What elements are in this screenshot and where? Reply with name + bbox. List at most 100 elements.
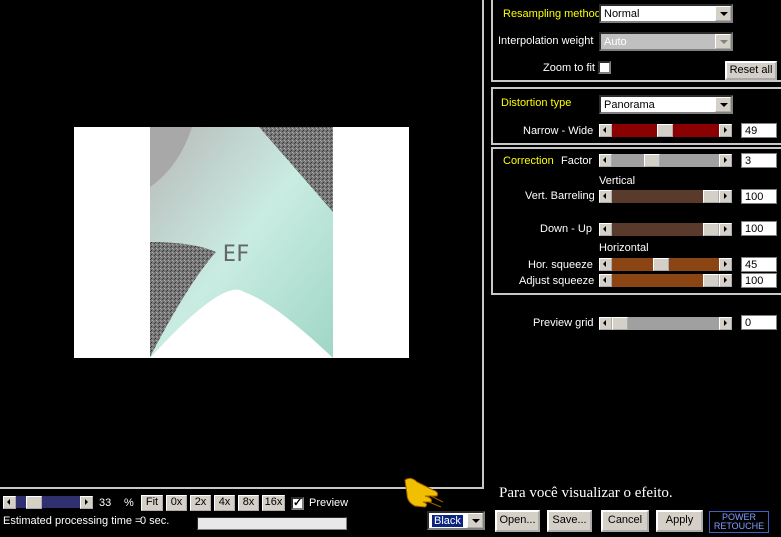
distortion-type-select[interactable]: Panorama xyxy=(599,95,733,114)
zoom-2x-button[interactable]: 2x xyxy=(190,495,211,511)
chevron-down-icon[interactable] xyxy=(715,34,731,49)
interpolation-select[interactable]: Auto xyxy=(599,32,733,51)
apply-button[interactable]: Apply xyxy=(656,510,703,532)
hor-squeeze-value[interactable]: 45 xyxy=(741,257,777,272)
preview-pane: EF xyxy=(0,0,484,489)
arrow-right-icon[interactable] xyxy=(719,274,732,287)
hor-squeeze-label: Hor. squeeze xyxy=(528,259,593,271)
zoom-8x-button[interactable]: 8x xyxy=(238,495,259,511)
preview-image: EF xyxy=(74,127,409,358)
arrow-right-icon[interactable] xyxy=(719,190,732,203)
slider-thumb[interactable] xyxy=(703,223,719,236)
arrow-right-icon[interactable] xyxy=(719,154,732,167)
arrow-left-icon[interactable] xyxy=(599,124,612,137)
hor-squeeze-slider[interactable] xyxy=(599,258,732,271)
slider-thumb[interactable] xyxy=(703,274,719,287)
logo-line2: RETOUCHE xyxy=(713,521,765,531)
slider-thumb[interactable] xyxy=(612,317,628,330)
arrow-left-icon[interactable] xyxy=(599,317,612,330)
zoom-0x-button[interactable]: 0x xyxy=(166,495,187,511)
correction-panel xyxy=(491,147,781,295)
distortion-type-label: Distortion type xyxy=(501,97,572,109)
resampling-select[interactable]: Normal xyxy=(599,4,733,23)
arrow-left-icon[interactable] xyxy=(599,190,612,203)
arrow-right-icon[interactable] xyxy=(719,317,732,330)
factor-label: Factor xyxy=(561,155,593,167)
vert-barreling-slider[interactable] xyxy=(599,190,732,203)
chevron-down-icon[interactable] xyxy=(467,513,483,528)
slider-track[interactable] xyxy=(612,154,719,167)
slider-track[interactable] xyxy=(612,124,719,137)
pointing-hand-icon xyxy=(404,477,444,508)
slider-thumb[interactable] xyxy=(703,190,719,203)
chevron-down-icon[interactable] xyxy=(715,6,731,21)
slider-track[interactable] xyxy=(612,317,719,330)
interpolation-value: Auto xyxy=(604,36,627,48)
vertical-heading: Vertical xyxy=(599,175,636,187)
arrow-right-icon[interactable] xyxy=(719,124,732,137)
zoom-to-fit-checkbox[interactable] xyxy=(598,61,611,74)
chevron-down-icon[interactable] xyxy=(715,97,731,112)
preview-label: Preview xyxy=(309,497,349,509)
down-up-slider[interactable] xyxy=(599,223,732,236)
vert-barreling-label: Vert. Barreling xyxy=(525,190,595,202)
effect-caption: Para você visualizar o efeito. xyxy=(499,485,673,501)
slider-thumb[interactable] xyxy=(657,124,673,137)
save-button[interactable]: Save... xyxy=(547,510,592,532)
down-up-value[interactable]: 100 xyxy=(741,221,777,236)
correction-title: Correction xyxy=(503,155,554,167)
adjust-squeeze-label: Adjust squeeze xyxy=(519,275,595,287)
arrow-left-icon[interactable] xyxy=(599,223,612,236)
processing-progress-bar xyxy=(197,517,347,530)
arrow-right-icon[interactable] xyxy=(719,223,732,236)
background-select[interactable]: Black xyxy=(427,511,485,530)
zoom-4x-button[interactable]: 4x xyxy=(214,495,235,511)
background-value: Black xyxy=(432,515,463,527)
resampling-value: Normal xyxy=(604,8,640,20)
arrow-left-icon[interactable] xyxy=(599,258,612,271)
narrow-wide-value[interactable]: 49 xyxy=(741,123,777,138)
slider-track[interactable] xyxy=(612,274,719,287)
arrow-right-icon[interactable] xyxy=(80,496,93,509)
horizontal-heading: Horizontal xyxy=(599,242,649,254)
slider-track[interactable] xyxy=(612,190,719,203)
processing-time-label: Estimated processing time = xyxy=(3,515,142,527)
arrow-left-icon[interactable] xyxy=(599,154,612,167)
preview-checkbox[interactable] xyxy=(291,496,304,510)
interpolation-label: Interpolation weight xyxy=(498,35,594,47)
arrow-left-icon[interactable] xyxy=(599,274,612,287)
slider-thumb[interactable] xyxy=(644,154,660,167)
preview-grid-value[interactable]: 0 xyxy=(741,315,777,330)
resampling-label: Resampling method xyxy=(503,8,601,20)
preview-grid-label: Preview grid xyxy=(533,317,594,329)
zoom-16x-button[interactable]: 16x xyxy=(262,495,285,511)
narrow-wide-label: Narrow - Wide xyxy=(523,125,594,137)
zoom-value: 33 xyxy=(99,497,112,509)
distortion-type-value: Panorama xyxy=(604,99,655,111)
slider-track[interactable] xyxy=(612,223,719,236)
zoom-slider[interactable] xyxy=(3,496,93,509)
preview-text: EF xyxy=(223,242,250,267)
open-button[interactable]: Open... xyxy=(495,510,540,532)
slider-thumb[interactable] xyxy=(26,496,42,509)
zoom-unit: % xyxy=(124,497,134,509)
adjust-squeeze-value[interactable]: 100 xyxy=(741,273,777,288)
preview-grid-slider[interactable] xyxy=(599,317,732,330)
slider-thumb[interactable] xyxy=(653,258,669,271)
factor-value[interactable]: 3 xyxy=(741,153,777,168)
factor-slider[interactable] xyxy=(599,154,732,167)
vert-barreling-value[interactable]: 100 xyxy=(741,189,777,204)
reset-all-button[interactable]: Reset all xyxy=(725,61,777,80)
zoom-to-fit-label: Zoom to fit xyxy=(543,62,595,74)
cancel-button[interactable]: Cancel xyxy=(601,510,649,532)
slider-track[interactable] xyxy=(16,496,80,509)
zoom-fit-button[interactable]: Fit xyxy=(141,495,163,511)
power-retouche-logo: POWER RETOUCHE xyxy=(709,511,769,533)
arrow-right-icon[interactable] xyxy=(719,258,732,271)
arrow-left-icon[interactable] xyxy=(3,496,16,509)
adjust-squeeze-slider[interactable] xyxy=(599,274,732,287)
processing-time-value: 0 sec. xyxy=(140,515,170,527)
down-up-label: Down - Up xyxy=(540,223,592,235)
slider-track[interactable] xyxy=(612,258,719,271)
narrow-wide-slider[interactable] xyxy=(599,124,732,137)
